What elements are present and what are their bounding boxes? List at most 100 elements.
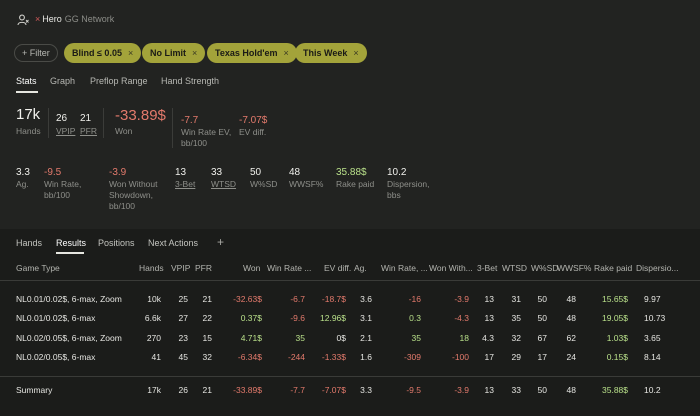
col-winrate[interactable]: Win Rate, ...: [381, 263, 428, 273]
table-cell: -7.07$: [321, 385, 346, 395]
col-rake[interactable]: Rake paid: [594, 263, 632, 273]
wwsd-unit: bb/100: [109, 201, 135, 211]
tab-graph[interactable]: Graph: [50, 76, 75, 86]
chip-label: Texas Hold'em: [215, 48, 278, 58]
tab-positions[interactable]: Positions: [98, 238, 135, 248]
table-cell: Summary: [16, 385, 53, 395]
tab-results[interactable]: Results: [56, 238, 86, 248]
table-cell: 1.6: [360, 352, 372, 362]
divider: [172, 108, 173, 148]
col-3bet[interactable]: 3-Bet: [477, 263, 497, 273]
chip-label: Blind ≤ 0.05: [72, 48, 122, 58]
table-cell: 23: [178, 333, 188, 343]
col-vpip[interactable]: VPIP: [171, 263, 190, 273]
pfr-label[interactable]: PFR: [80, 126, 97, 137]
ev-diff-label: EV diff.: [239, 127, 267, 137]
stats-panel: [0, 0, 700, 229]
table-cell: 35: [511, 313, 521, 323]
close-icon[interactable]: ×: [128, 43, 133, 63]
tab-hand-strength[interactable]: Hand Strength: [161, 76, 219, 86]
table-cell: 1.03$: [606, 333, 628, 343]
table-cell: -6.34$: [237, 352, 262, 362]
table-cell: 15: [202, 333, 212, 343]
table-cell: 35.88$: [602, 385, 628, 395]
filter-chip-blind[interactable]: Blind ≤ 0.05 ×: [64, 43, 142, 63]
table-cell: 18: [459, 333, 469, 343]
threebet-label[interactable]: 3-Bet: [175, 179, 195, 190]
wtsd-label[interactable]: WTSD: [211, 179, 236, 190]
tab-hands[interactable]: Hands: [16, 238, 42, 248]
add-tab-icon[interactable]: +: [217, 235, 224, 249]
user-icon[interactable]: [17, 14, 29, 26]
col-wsd[interactable]: W%SD: [531, 263, 558, 273]
table-cell: 48: [566, 313, 576, 323]
table-cell: 48: [566, 294, 576, 304]
table-cell: -9.6: [290, 313, 305, 323]
close-icon[interactable]: ×: [35, 14, 40, 24]
table-cell: 4.71$: [240, 333, 262, 343]
table-cell: 9.97: [644, 294, 661, 304]
col-ag[interactable]: Ag.: [354, 263, 367, 273]
table-cell: 25: [178, 294, 188, 304]
table-cell: 62: [566, 333, 576, 343]
table-cell: 24: [566, 352, 576, 362]
col-pfr[interactable]: PFR: [195, 263, 212, 273]
table-cell: 35: [411, 333, 421, 343]
table-cell: 21: [202, 385, 212, 395]
table-cell: -3.9: [454, 294, 469, 304]
table-cell: 0.3: [409, 313, 421, 323]
table-cell: 21: [202, 294, 212, 304]
close-icon[interactable]: ×: [284, 43, 289, 63]
col-wwsf[interactable]: WWSF%: [557, 263, 591, 273]
vpip-value: 26: [56, 113, 68, 124]
table-row[interactable]: NL0.01/0.02$, 6-max, Zoom 10k 25 21 -32.63$ -…: [0, 290, 700, 309]
winrate-unit: bb/100: [44, 190, 70, 200]
table-cell: 10.2: [644, 385, 661, 395]
table-cell: NL0.01/0.02$, 6-max, Zoom: [16, 294, 122, 304]
col-dispersion[interactable]: Dispersio...: [636, 263, 679, 273]
table-cell: -1.33$: [321, 352, 346, 362]
summary-row[interactable]: Summary 17k 26 21 -33.89$ -7.7 -7.07$ 3.3 -9.5 -3…: [0, 381, 700, 400]
col-won-without[interactable]: Won With...: [429, 263, 473, 273]
col-game-type[interactable]: Game Type: [16, 263, 60, 273]
col-wtsd[interactable]: WTSD: [502, 263, 527, 273]
wsd-value: 50: [250, 167, 262, 178]
dispersion-label: Dispersion,: [387, 179, 430, 189]
winrate-value: -9.5: [44, 167, 62, 178]
table-cell: 50: [537, 313, 547, 323]
vpip-label[interactable]: VPIP: [56, 126, 75, 137]
col-ev-diff[interactable]: EV diff.: [324, 263, 351, 273]
filter-chip-game[interactable]: Texas Hold'em ×: [207, 43, 297, 63]
close-icon[interactable]: ×: [353, 43, 358, 63]
table-cell: -4.3: [454, 313, 469, 323]
chip-label: This Week: [303, 48, 348, 58]
table-row[interactable]: NL0.01/0.02$, 6-max 6.6k 27 22 0.37$ -9.6 12.9…: [0, 309, 700, 328]
table-cell: -3.9: [454, 385, 469, 395]
col-won[interactable]: Won: [243, 263, 260, 273]
table-row[interactable]: NL0.02/0.05$, 6-max, Zoom 270 23 15 4.71$ 35 0…: [0, 329, 700, 348]
table-row[interactable]: NL0.02/0.05$, 6-max 41 45 32 -6.34$ -244 -1.33…: [0, 348, 700, 367]
rake-label: Rake paid: [336, 179, 375, 189]
filter-chip-period[interactable]: This Week ×: [295, 43, 367, 63]
wsd-label: W%SD: [250, 179, 278, 189]
table-cell: NL0.02/0.05$, 6-max: [16, 352, 96, 362]
add-filter-button[interactable]: + Filter: [14, 44, 58, 62]
tab-next-actions[interactable]: Next Actions: [148, 238, 198, 248]
table-cell: 12.96$: [320, 313, 346, 323]
wwsd-label: Won Without: [109, 179, 158, 189]
table-header: Game Type Hands VPIP PFR Won Win Rate ..…: [0, 256, 700, 280]
table-cell: 4.3: [482, 333, 494, 343]
tab-stats[interactable]: Stats: [16, 76, 37, 86]
filter-chip-limit[interactable]: No Limit ×: [142, 43, 206, 63]
close-icon[interactable]: ×: [192, 43, 197, 63]
wwsf-label: WWSF%: [289, 179, 324, 189]
table-cell: 13: [484, 385, 494, 395]
col-hands[interactable]: Hands: [139, 263, 164, 273]
col-winrate-ev[interactable]: Win Rate ...: [267, 263, 311, 273]
table-cell: -100: [451, 352, 469, 362]
table-cell: 10.73: [644, 313, 666, 323]
tab-preflop-range[interactable]: Preflop Range: [90, 76, 148, 86]
table-cell: -33.89$: [233, 385, 262, 395]
table-cell: 17: [537, 352, 547, 362]
table-cell: 17k: [147, 385, 161, 395]
